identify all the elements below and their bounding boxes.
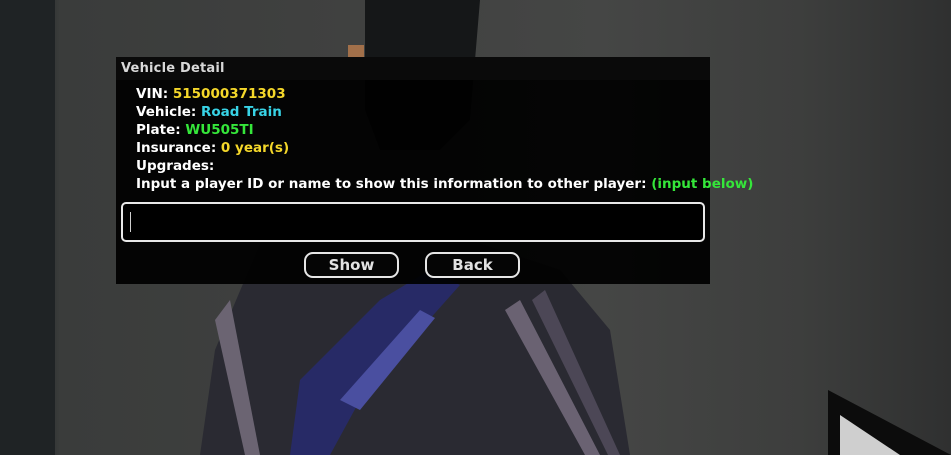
back-button[interactable]: Back <box>425 252 520 278</box>
upgrades-label: Upgrades: <box>136 158 215 174</box>
insurance-row: Insurance: 0 year(s) <box>136 139 753 157</box>
vehicle-label: Vehicle: <box>136 104 197 120</box>
vehicle-row: Vehicle: Road Train <box>136 103 753 121</box>
prompt-hint: (input below) <box>651 176 754 192</box>
plate-value: WU505TI <box>185 122 254 138</box>
insurance-value: 0 year(s) <box>220 140 290 156</box>
vin-label: VIN: <box>136 86 169 102</box>
vehicle-value: Road Train <box>201 104 282 120</box>
vin-value: 515000371303 <box>172 86 286 102</box>
left-wall <box>0 0 55 455</box>
insurance-label: Insurance: <box>136 140 217 156</box>
plate-label: Plate: <box>136 122 181 138</box>
player-id-input[interactable] <box>121 202 705 242</box>
dialog-title: Vehicle Detail <box>116 57 710 80</box>
prompt-row: Input a player ID or name to show this i… <box>136 175 753 193</box>
plate-row: Plate: WU505TI <box>136 121 753 139</box>
character-ear <box>348 45 364 57</box>
vehicle-detail-dialog: Vehicle Detail VIN: 515000371303 Vehicle… <box>116 57 753 284</box>
vehicle-info: VIN: 515000371303 Vehicle: Road Train Pl… <box>136 85 753 193</box>
upgrades-row: Upgrades: <box>136 157 753 175</box>
vin-row: VIN: 515000371303 <box>136 85 753 103</box>
prompt-text: Input a player ID or name to show this i… <box>136 176 647 192</box>
show-button[interactable]: Show <box>304 252 399 278</box>
text-caret <box>130 212 131 232</box>
